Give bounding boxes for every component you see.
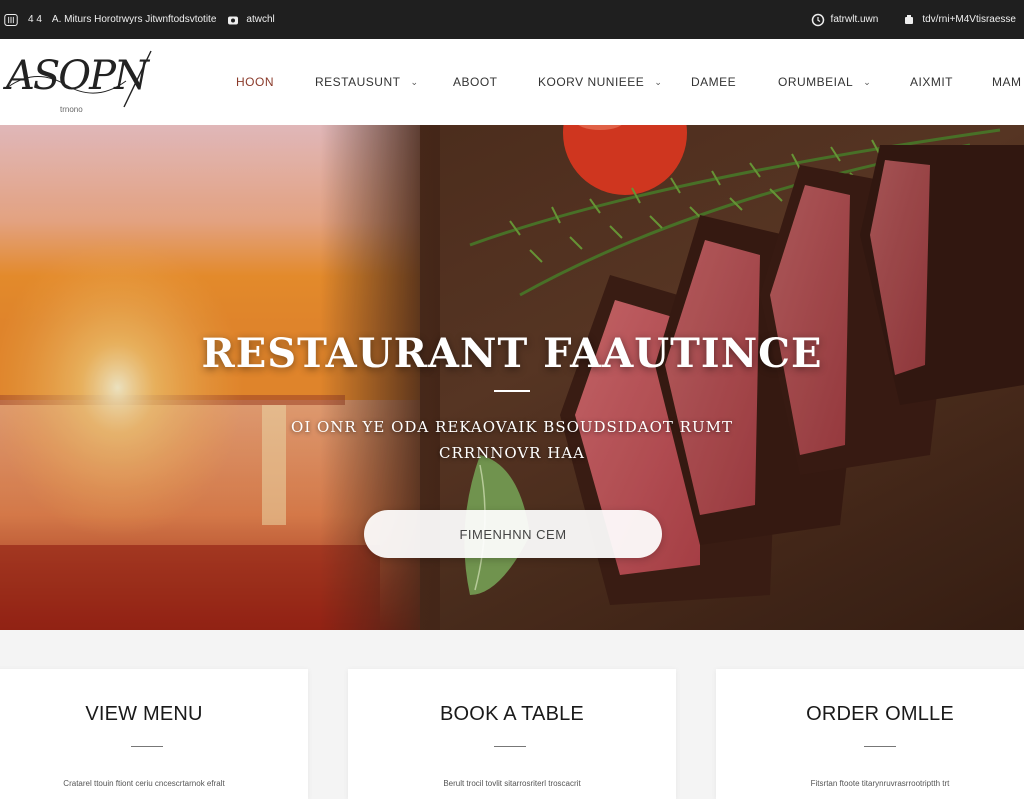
- topbar-contact[interactable]: tdv/rni+M4Vtisraesse: [902, 13, 1016, 27]
- topbar-contact-text: tdv/rni+M4Vtisraesse: [922, 14, 1016, 25]
- card-divider: [131, 746, 163, 747]
- topbar-text-2: A. Miturs Horotrwyrs Jitwnftodsvtotite: [52, 14, 216, 25]
- nav-label: AIXMIT: [910, 75, 954, 89]
- card-description: Fitsrtan ftoote titarynruvrasrrootriptth…: [810, 779, 950, 788]
- nav-item-original[interactable]: ORUMBEIAL ⌄: [778, 75, 910, 89]
- card-title: ORDER OMLLE: [806, 703, 954, 725]
- site-header: ASOPN trnono HOON RESTAUSUNT ⌄ ABOOT KOOR…: [0, 39, 1024, 125]
- logo-tagline: trnono: [60, 105, 83, 114]
- topbar-social[interactable]: atwchl: [226, 13, 275, 27]
- card-title: BOOK A TABLE: [440, 703, 584, 725]
- nav-item-dance[interactable]: DAMEE: [691, 75, 778, 89]
- top-utility-bar: 4 4 A. Miturs Horotrwyrs Jitwnftodsvtoti…: [0, 0, 1024, 39]
- hero-subtitle-line2: CRRNNOVR HAA: [439, 444, 585, 462]
- feature-cards: VIEW MENU Cratarel ttouin ftiont ceriu c…: [0, 630, 1024, 799]
- hero-cta-button[interactable]: FIMENHNN CEM: [364, 510, 662, 558]
- hero-divider: [494, 390, 530, 392]
- site-logo[interactable]: ASOPN trnono: [6, 47, 156, 117]
- nav-label: MAM: [992, 75, 1022, 89]
- main-nav: HOON RESTAUSUNT ⌄ ABOOT KOORV NUNIEEE ⌄ DA…: [236, 39, 1024, 125]
- nav-label: DAMEE: [691, 75, 737, 89]
- nav-label: KOORV NUNIEEE: [538, 75, 645, 89]
- nav-label: ABOOT: [453, 75, 498, 89]
- topbar-phone-prefix: 4 4: [28, 14, 42, 25]
- nav-item-more[interactable]: MAM: [992, 75, 1024, 89]
- card-order-online[interactable]: ORDER OMLLE Fitsrtan ftoote titarynruvra…: [716, 669, 1024, 799]
- logo-wordmark: ASOPN: [6, 53, 149, 99]
- nav-label: HOON: [236, 75, 274, 89]
- card-divider: [494, 746, 526, 747]
- nav-item-admit[interactable]: AIXMIT: [910, 75, 992, 89]
- nav-item-home[interactable]: HOON: [236, 75, 315, 89]
- topbar-address: A. Miturs Horotrwyrs Jitwnftodsvtotite: [51, 14, 217, 25]
- card-divider: [864, 746, 896, 747]
- nav-label: RESTAUSUNT: [315, 75, 401, 89]
- card-description: Cratarel ttouin ftiont ceriu cncescrtarn…: [63, 779, 225, 788]
- card-view-menu[interactable]: VIEW MENU Cratarel ttouin ftiont ceriu c…: [0, 669, 308, 799]
- clock-icon: [811, 13, 825, 27]
- camera-icon: [226, 13, 240, 27]
- chevron-down-icon: ⌄: [654, 76, 663, 87]
- hero-title: RESTAURANT FAAUTINCE: [201, 330, 823, 377]
- topbar-text-1: 4 4: [28, 14, 42, 25]
- nav-item-restaurant[interactable]: RESTAUSUNT ⌄: [315, 75, 453, 89]
- topbar-social-label: atwchl: [246, 14, 275, 25]
- chevron-down-icon: ⌄: [863, 76, 872, 87]
- nav-label: ORUMBEIAL: [778, 75, 854, 89]
- hero-section: RESTAURANT FAAUTINCE OI ONR YE ODA REKAO…: [0, 125, 1024, 630]
- nav-item-about[interactable]: ABOOT: [453, 75, 538, 89]
- nav-item-menu[interactable]: KOORV NUNIEEE ⌄: [538, 75, 691, 89]
- chevron-down-icon: ⌄: [410, 76, 419, 87]
- topbar-hours: fatrwlt.uwn: [811, 13, 879, 27]
- card-book-table[interactable]: BOOK A TABLE Berult trocil tovlit sitarr…: [348, 669, 676, 799]
- phone-icon: [902, 13, 916, 27]
- card-description: Berult trocil tovlit sitarrosriterl tros…: [443, 779, 581, 788]
- hero-subtitle-line1: OI ONR YE ODA REKAOVAIK BSOUDSIDAOT RUMT: [291, 418, 733, 436]
- topbar-hours-text: fatrwlt.uwn: [830, 14, 879, 25]
- card-title: VIEW MENU: [85, 703, 203, 725]
- restaurant-icon: [4, 13, 18, 27]
